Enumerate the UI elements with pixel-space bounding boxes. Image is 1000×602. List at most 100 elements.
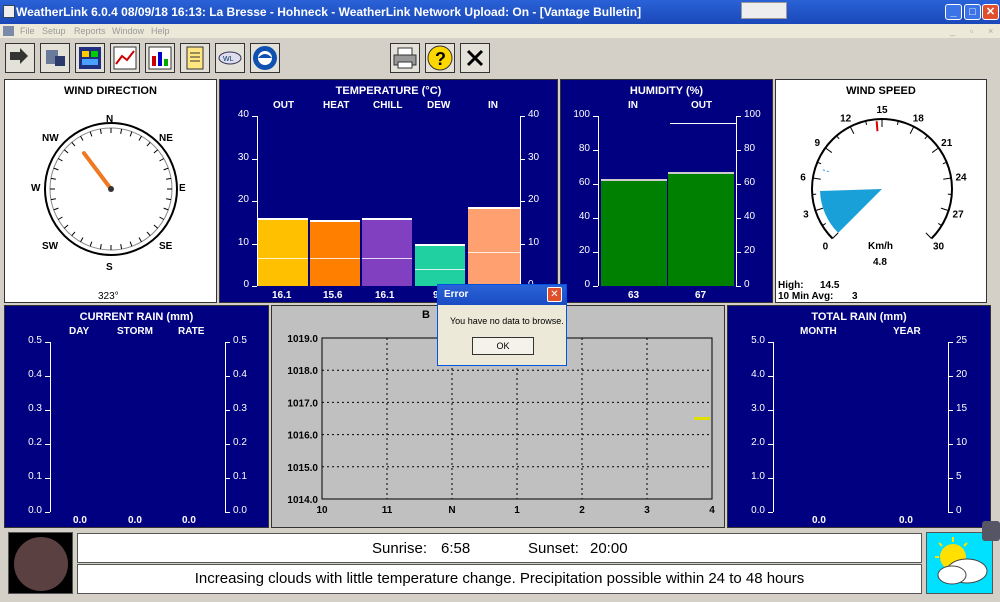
total-rain-title: TOTAL RAIN (mm) bbox=[811, 311, 907, 323]
axis-tick-label-right: 80 bbox=[744, 143, 756, 154]
bar-marker-line bbox=[258, 257, 308, 259]
axis-tick bbox=[948, 444, 953, 445]
minimize-button[interactable]: _ bbox=[945, 4, 962, 20]
axis-tick-label-right: 0.0 bbox=[233, 505, 247, 516]
gauge-tick bbox=[909, 126, 915, 134]
side-widget-icon[interactable] bbox=[982, 521, 1000, 541]
mdi-restore-icon[interactable]: ▫ bbox=[970, 24, 973, 38]
gauge-tick-label: 27 bbox=[953, 210, 965, 221]
rain-value-storm: 0.0 bbox=[128, 515, 142, 526]
menu-reports[interactable]: Reports bbox=[74, 24, 106, 38]
axis-tick-label-right: 30 bbox=[528, 151, 540, 163]
axis-tick bbox=[593, 252, 598, 253]
window-title: WeatherLink 6.0.4 08/09/18 16:13: La Bre… bbox=[16, 5, 642, 19]
wind-speed-value: 4.8 bbox=[873, 257, 887, 268]
baro-x-tick-label: N bbox=[448, 505, 455, 516]
wind-direction-degrees: 323° bbox=[98, 291, 119, 302]
wind-speed-sector bbox=[820, 189, 882, 233]
axis-tick-label-left: 100 bbox=[573, 109, 590, 120]
compass-ne: NE bbox=[159, 133, 173, 144]
axis-tick-label-right: 0.1 bbox=[233, 471, 247, 482]
axis-tick bbox=[45, 512, 50, 513]
axis-tick bbox=[520, 243, 525, 245]
axis-tick-label-left: 5.0 bbox=[751, 335, 765, 346]
axis-tick bbox=[768, 342, 773, 343]
compass-n: N bbox=[106, 114, 114, 125]
temp-col-heat: HEAT bbox=[323, 100, 350, 111]
axis-tick bbox=[593, 150, 598, 151]
axis-tick bbox=[225, 444, 230, 445]
forecast-bar: Increasing clouds with little temperatur… bbox=[77, 564, 922, 594]
axis-tick-label-left: 0.0 bbox=[28, 505, 42, 516]
axis-line-right bbox=[225, 342, 226, 512]
gauge-tick-label: 0 bbox=[823, 242, 829, 253]
print-icon[interactable] bbox=[390, 43, 420, 73]
axis-tick bbox=[593, 286, 598, 287]
gauge-tick bbox=[849, 126, 855, 134]
axis-tick bbox=[948, 478, 953, 479]
weatherlink-network-icon[interactable]: WL bbox=[215, 43, 245, 73]
wind-avg-value: 3 bbox=[852, 291, 858, 302]
gauge-tick bbox=[943, 177, 952, 180]
connect-tool-icon[interactable] bbox=[5, 43, 35, 73]
axis-tick-label-left: 80 bbox=[578, 143, 590, 154]
strip-chart-tool-icon[interactable] bbox=[145, 43, 175, 73]
restore-widget[interactable] bbox=[741, 2, 787, 19]
bar-marker-line bbox=[468, 252, 520, 254]
rain-col-rate: RATE bbox=[178, 326, 205, 337]
error-dialog-message: You have no data to browse. bbox=[450, 316, 564, 326]
axis-tick-label-left: 2.0 bbox=[751, 437, 765, 448]
temp-value-heat: 15.6 bbox=[323, 290, 343, 301]
axis-tick bbox=[520, 158, 525, 160]
menu-file[interactable]: File bbox=[20, 24, 35, 38]
help-icon[interactable]: ? bbox=[425, 43, 455, 73]
close-button[interactable]: ✕ bbox=[982, 4, 999, 20]
axis-tick-label-right: 40 bbox=[528, 109, 540, 120]
axis-tick-label-left: 0.3 bbox=[28, 403, 42, 414]
bulletin-tool-icon[interactable] bbox=[75, 43, 105, 73]
baro-x-tick-label: 11 bbox=[382, 505, 393, 516]
station-tool-icon[interactable] bbox=[40, 43, 70, 73]
exit-icon[interactable] bbox=[460, 43, 490, 73]
axis-tick bbox=[45, 376, 50, 377]
wind-high-label: High: bbox=[778, 280, 804, 291]
sun-times-bar: Sunrise: 6:58 Sunset: 20:00 bbox=[77, 533, 922, 563]
bar-marker-line bbox=[310, 257, 360, 259]
wind-high-marker bbox=[875, 121, 879, 132]
total-col-year: YEAR bbox=[893, 326, 921, 337]
menu-setup[interactable]: Setup bbox=[42, 24, 66, 38]
notes-tool-icon[interactable] bbox=[180, 43, 210, 73]
axis-tick-label-left: 40 bbox=[237, 109, 249, 120]
graph-tool-icon[interactable] bbox=[110, 43, 140, 73]
compass-sw: SW bbox=[42, 241, 59, 252]
toolbar: WL ? bbox=[0, 38, 1000, 76]
axis-tick bbox=[768, 376, 773, 377]
mdi-close-icon[interactable]: × bbox=[988, 24, 993, 38]
axis-tick bbox=[225, 512, 230, 513]
temperature-bar bbox=[415, 243, 465, 286]
humidity-panel: HUMIDITY (%) IN OUT 63 67 100 80 60 40 20 0 10… bbox=[560, 79, 773, 303]
svg-text:WL: WL bbox=[223, 56, 234, 63]
error-dialog-ok-button[interactable]: OK bbox=[472, 337, 534, 355]
axis-tick-label-right: 0.2 bbox=[233, 437, 247, 448]
mdi-icon bbox=[3, 26, 14, 36]
maximize-button[interactable]: □ bbox=[964, 4, 981, 20]
gauge-tick bbox=[812, 177, 821, 180]
gauge-tick-label: 9 bbox=[814, 138, 820, 149]
baro-y-tick-label: 1019.0 bbox=[287, 334, 318, 345]
humidity-bar bbox=[601, 178, 667, 286]
total-col-month: MONTH bbox=[800, 326, 837, 337]
temp-col-dew: DEW bbox=[427, 100, 451, 111]
axis-tick bbox=[736, 184, 741, 185]
menu-help[interactable]: Help bbox=[151, 24, 170, 38]
axis-tick bbox=[252, 116, 257, 117]
menu-window[interactable]: Window bbox=[112, 24, 144, 38]
compass-w: W bbox=[31, 183, 41, 194]
mdi-minimize-icon[interactable]: _ bbox=[950, 24, 955, 38]
error-dialog-close-icon[interactable]: ✕ bbox=[547, 287, 562, 302]
axis-tick-label-left: 20 bbox=[578, 245, 590, 256]
noaa-icon[interactable] bbox=[250, 43, 280, 73]
axis-tick-label-right: 5 bbox=[956, 471, 962, 482]
baro-x-tick-label: 1 bbox=[514, 505, 520, 516]
total-rain-panel: TOTAL RAIN (mm) MONTH YEAR 0.0 0.0 5.0 4.… bbox=[727, 305, 991, 528]
